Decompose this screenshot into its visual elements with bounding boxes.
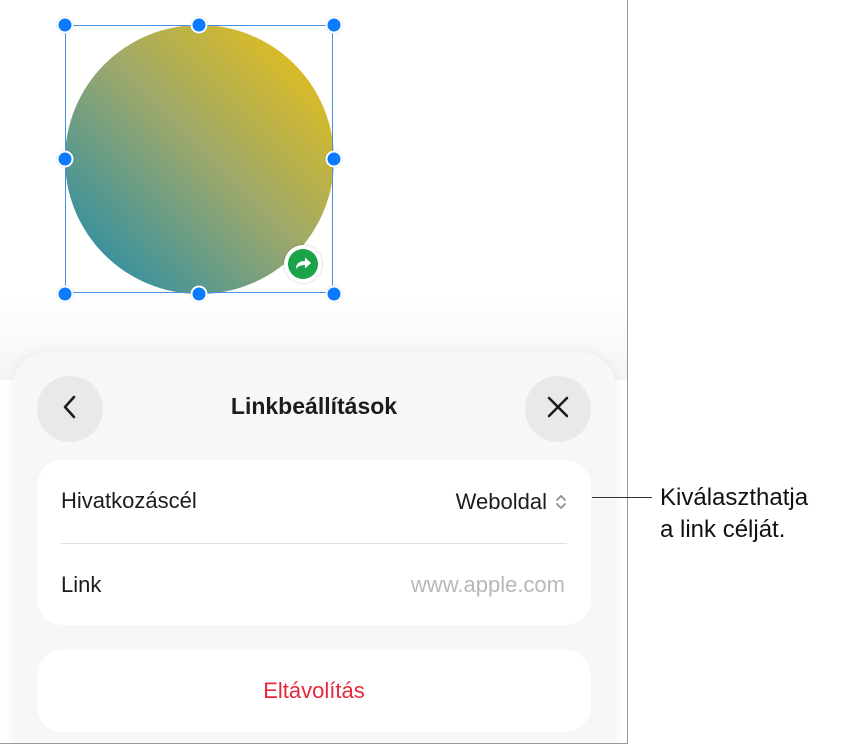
resize-handle-top-right[interactable] (325, 16, 343, 34)
link-target-value: Weboldal (455, 489, 547, 514)
callout-line-2: a link célját. (660, 516, 786, 543)
callout-line-1: Kiválaszthatja (660, 484, 809, 511)
link-target-selector[interactable]: Weboldal (456, 480, 567, 524)
resize-handle-bottom-right[interactable] (325, 285, 343, 303)
callout-line (592, 497, 652, 498)
link-arrow-icon (288, 249, 318, 279)
panel-title: Linkbeállítások (230, 393, 398, 419)
resize-handle-top[interactable] (190, 16, 208, 34)
chevron-left-icon (60, 394, 80, 425)
chevron-up-down-icon (555, 492, 567, 512)
resize-handle-top-left[interactable] (56, 16, 74, 34)
link-label: Link (61, 572, 102, 597)
callout-text: Kiválaszthatja a link célját. (660, 482, 808, 546)
close-icon (545, 394, 571, 425)
resize-handle-right[interactable] (325, 150, 343, 168)
link-url-field[interactable]: www.apple.com (411, 572, 565, 598)
link-settings-group: Hivatkozáscél Weboldal Link www.apple.co… (37, 460, 591, 625)
row-divider (61, 543, 567, 544)
close-button[interactable] (525, 376, 591, 442)
link-target-label: Hivatkozáscél (61, 488, 197, 513)
resize-handle-left[interactable] (56, 150, 74, 168)
resize-handle-bottom-left[interactable] (56, 285, 74, 303)
device-screen: Linkbeállítások Hivatkozáscél Weboldal L… (0, 0, 628, 744)
link-badge[interactable] (284, 245, 322, 283)
back-button[interactable] (37, 376, 103, 442)
resize-handle-bottom[interactable] (190, 285, 208, 303)
remove-link-button[interactable]: Eltávolítás (37, 650, 591, 732)
